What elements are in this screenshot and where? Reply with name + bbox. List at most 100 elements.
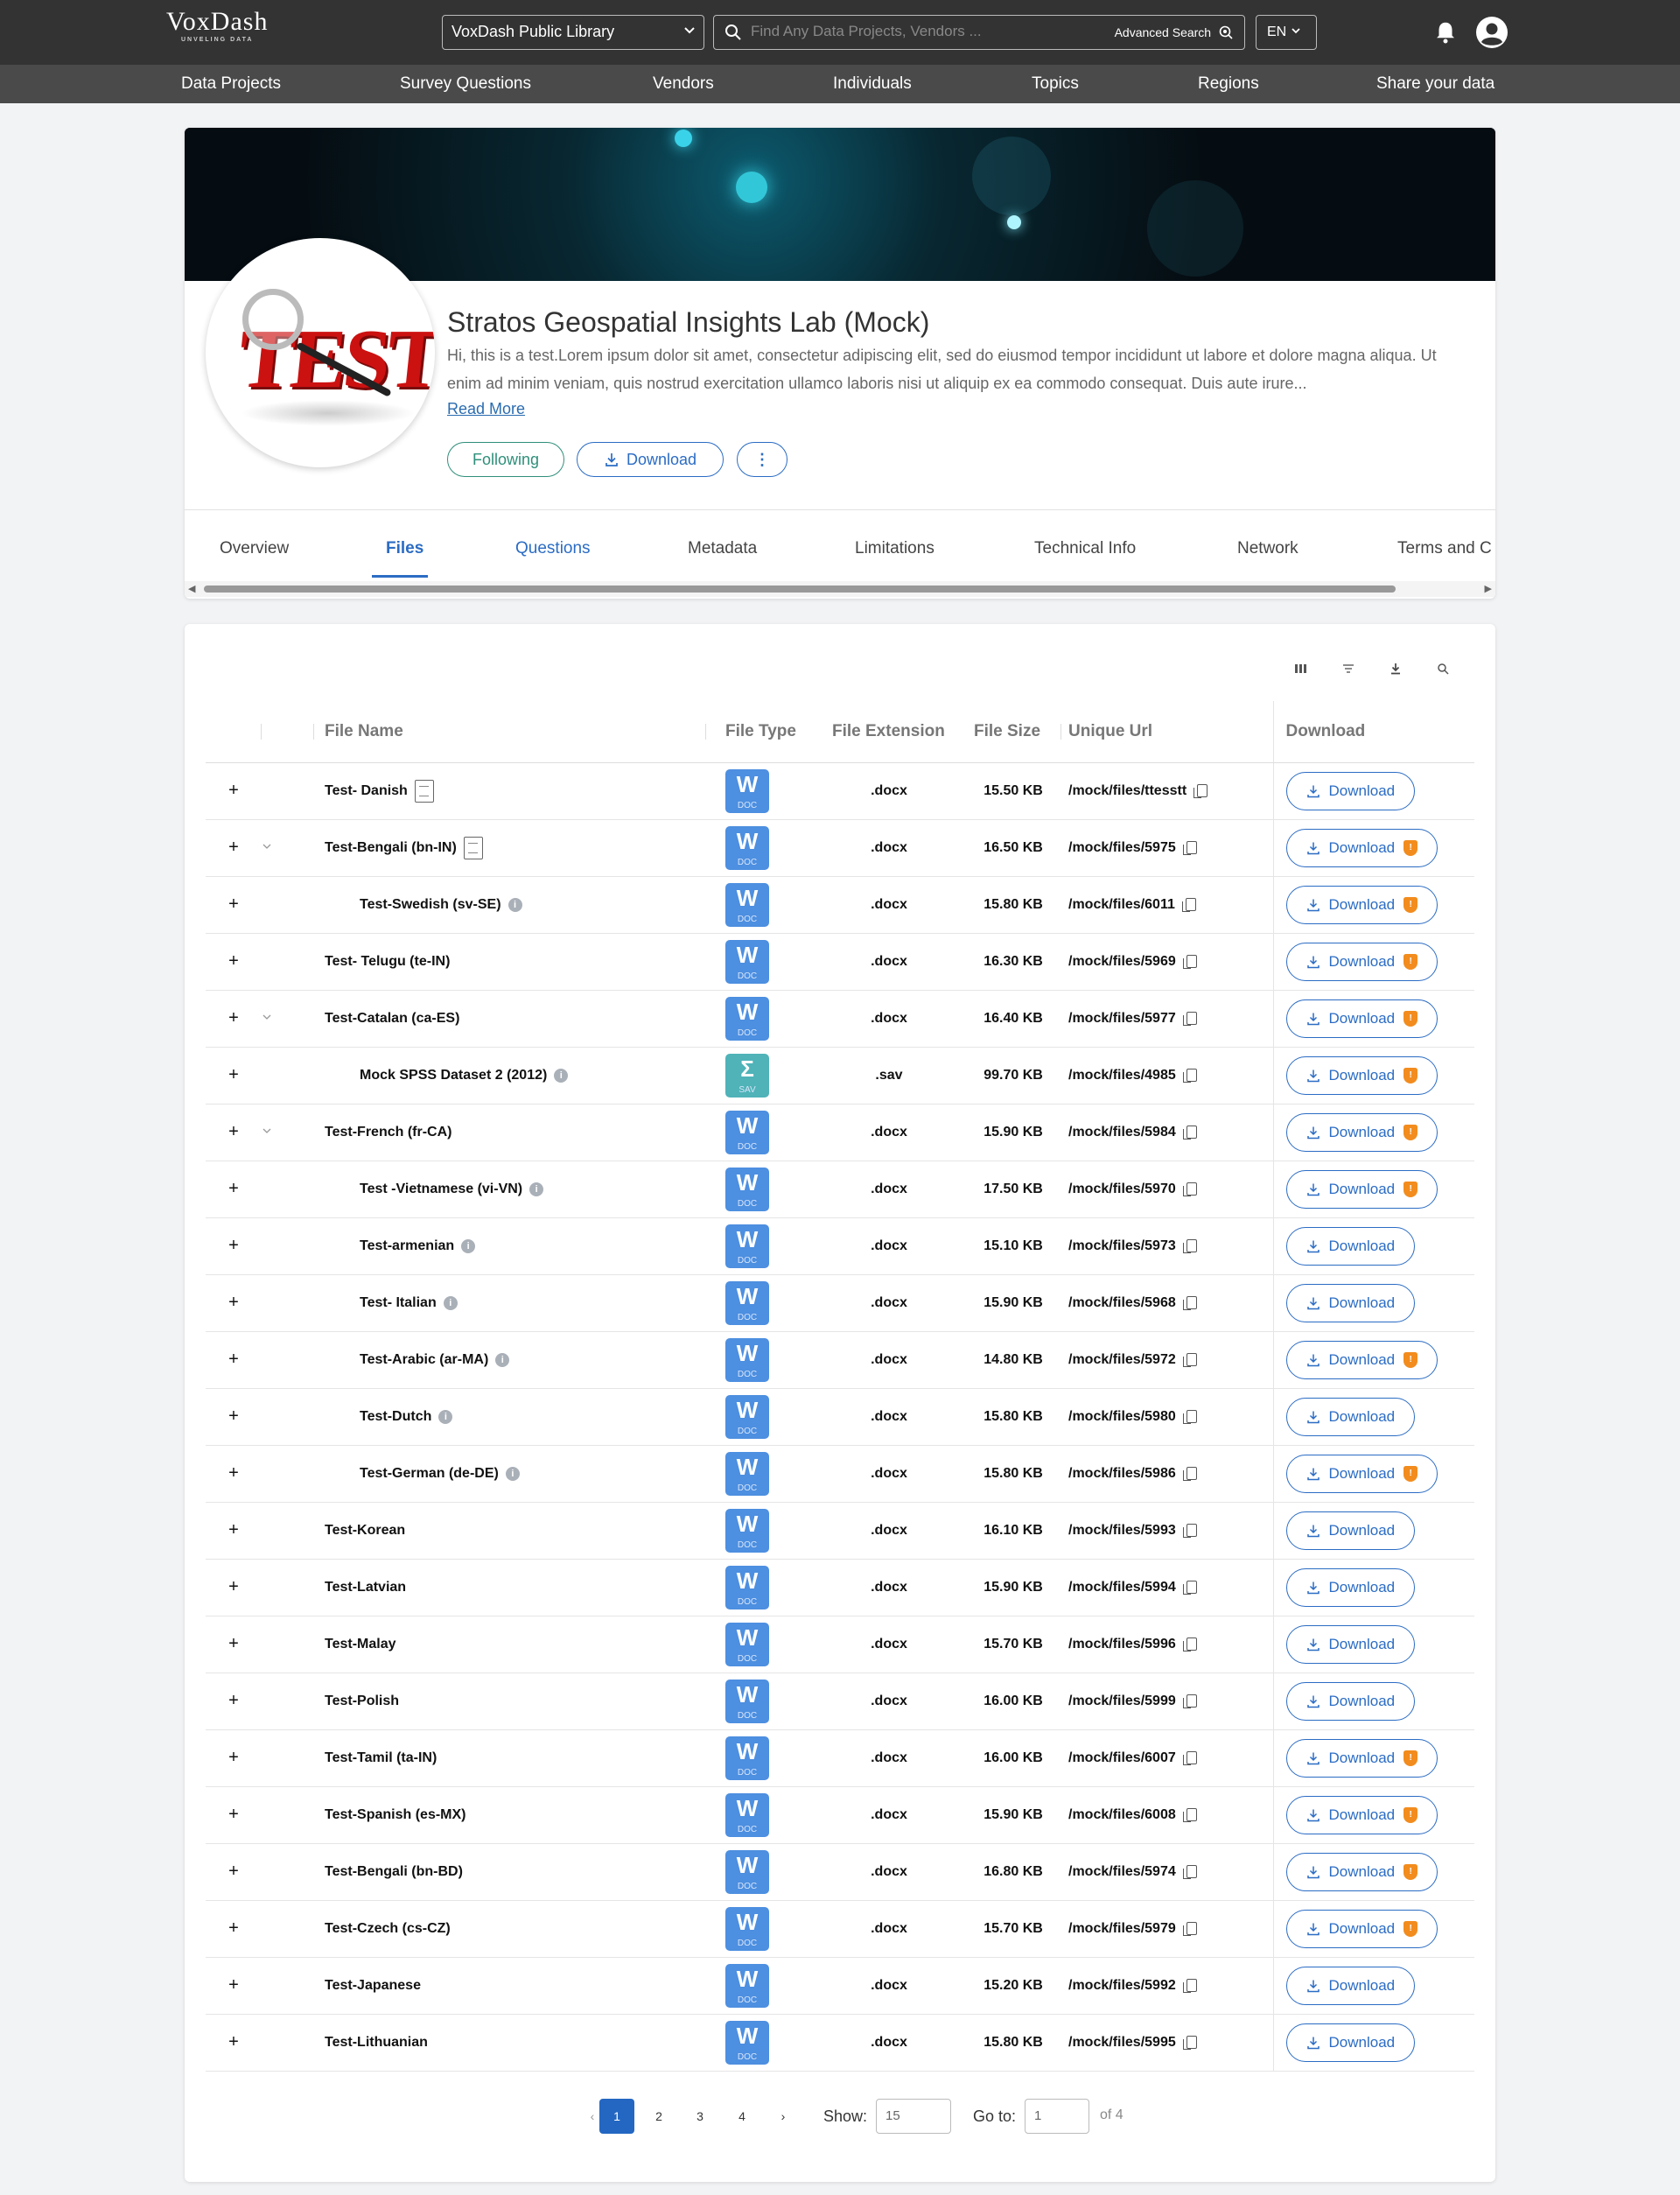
row-download-button[interactable]: Download [1285, 1681, 1416, 1721]
expand-row-button[interactable]: + [206, 1900, 262, 1958]
tab-questions[interactable]: Questions [515, 539, 591, 558]
notification-bell-icon[interactable] [1432, 19, 1459, 50]
table-row[interactable]: + Test-Lithuanian W DOC .docx 15.80 KB/mock/f… [206, 2014, 1474, 2072]
info-icon[interactable]: i [508, 897, 522, 912]
table-row[interactable]: + Test-Polish W DOC .docx 16.00 KB/mock/files… [206, 1673, 1474, 1730]
expand-row-button[interactable]: + [206, 1274, 262, 1332]
copy-icon[interactable] [1182, 1296, 1197, 1310]
row-download-button[interactable]: Download! [1285, 999, 1438, 1038]
row-download-button[interactable]: Download [1285, 1283, 1416, 1322]
table-row[interactable]: + Test-Korean W DOC .docx 16.10 KB/mock/files… [206, 1502, 1474, 1560]
download-button[interactable]: Download [577, 442, 724, 477]
nav-individuals[interactable]: Individuals [833, 74, 912, 94]
copy-icon[interactable] [1182, 1239, 1197, 1253]
info-icon[interactable]: i [495, 1352, 510, 1367]
user-avatar-icon[interactable] [1475, 16, 1508, 53]
expand-row-button[interactable]: + [206, 1502, 262, 1560]
row-download-button[interactable]: Download [1285, 1966, 1416, 2005]
copy-icon[interactable] [1181, 898, 1196, 912]
expand-row-button[interactable]: + [206, 1161, 262, 1218]
more-options-button[interactable]: ⋮ [737, 442, 788, 477]
copy-icon[interactable] [1182, 841, 1197, 855]
scrollbar-thumb[interactable] [204, 586, 1396, 593]
table-row[interactable]: + Test-Czech (cs-CZ) W DOC .docx 15.70 KB/moc… [206, 1900, 1474, 1958]
copy-icon[interactable] [1182, 1808, 1197, 1822]
table-row[interactable]: + Test-Tamil (ta-IN) W DOC .docx 16.00 KB/moc… [206, 1729, 1474, 1787]
tab-terms[interactable]: Terms and C [1397, 539, 1492, 558]
row-download-button[interactable]: Download! [1285, 1852, 1438, 1891]
tab-technical-info[interactable]: Technical Info [1034, 539, 1136, 558]
copy-icon[interactable] [1182, 1353, 1197, 1367]
table-row[interactable]: + Test- Italian i W DOC .docx 15.90 KB/mock/fi… [206, 1274, 1474, 1332]
copy-icon[interactable] [1182, 1865, 1197, 1879]
tree-toggle[interactable] [262, 819, 314, 877]
row-download-button[interactable]: Download [1285, 771, 1416, 810]
chevron-down-icon[interactable] [262, 1012, 272, 1022]
library-select[interactable]: VoxDash Public Library [442, 15, 704, 50]
page-button-1[interactable]: 1 [599, 2099, 634, 2134]
copy-icon[interactable] [1182, 1410, 1197, 1424]
expand-row-button[interactable]: + [206, 990, 262, 1048]
copy-icon[interactable] [1182, 1126, 1197, 1140]
row-download-button[interactable]: Download [1285, 1511, 1416, 1550]
table-row[interactable]: + Test-Catalan (ca-ES) W DOC .docx 16.40 KB/m… [206, 990, 1474, 1048]
copy-icon[interactable] [1182, 1751, 1197, 1765]
table-row[interactable]: + Test-Bengali (bn-BD) W DOC .docx 16.80 KB/m… [206, 1843, 1474, 1901]
document-icon[interactable] [463, 836, 483, 859]
table-row[interactable]: + Test-Swedish (sv-SE) i W DOC .docx 15.80 KB /… [206, 876, 1474, 934]
info-icon[interactable]: i [438, 1409, 453, 1424]
row-download-button[interactable]: Download! [1285, 942, 1438, 981]
expand-row-button[interactable]: + [206, 1843, 262, 1901]
row-download-button[interactable]: Download [1285, 1624, 1416, 1664]
table-row[interactable]: + Test-Dutch i W DOC .docx 15.80 KB/mock/files… [206, 1388, 1474, 1446]
tree-toggle[interactable] [262, 990, 314, 1048]
table-row[interactable]: + Test-Arabic (ar-MA) i W DOC .docx 14.80 KB/m… [206, 1331, 1474, 1389]
expand-row-button[interactable]: + [206, 1388, 262, 1446]
info-icon[interactable]: i [529, 1182, 544, 1196]
expand-row-button[interactable]: + [206, 762, 262, 820]
nav-vendors[interactable]: Vendors [653, 74, 714, 94]
filter-icon[interactable] [1340, 663, 1357, 677]
header-file-extension[interactable]: File Extension [813, 701, 965, 763]
row-download-button[interactable]: Download! [1285, 828, 1438, 867]
table-row[interactable]: + Test-Spanish (es-MX) W DOC .docx 15.90 KB/m… [206, 1786, 1474, 1844]
table-row[interactable]: + Test-Japanese W DOC .docx 15.20 KB/mock/fil… [206, 1957, 1474, 2015]
table-row[interactable]: + Test- Telugu (te-IN) W DOC .docx 16.30 KB/m… [206, 933, 1474, 991]
table-row[interactable]: + Test-Bengali (bn-IN) W DOC .docx 16.50 KB/m… [206, 819, 1474, 877]
table-row[interactable]: + Test-French (fr-CA) W DOC .docx 15.90 KB/mo… [206, 1104, 1474, 1161]
header-file-size[interactable]: File Size [965, 701, 1061, 763]
expand-row-button[interactable]: + [206, 1331, 262, 1389]
tabs-scrollbar[interactable]: ◀ ▶ [185, 581, 1495, 597]
goto-page-input[interactable]: 1 [1025, 2099, 1089, 2134]
nav-share-your-data[interactable]: Share your data [1376, 74, 1494, 94]
chevron-down-icon[interactable] [262, 1126, 272, 1136]
expand-row-button[interactable]: + [206, 819, 262, 877]
expand-row-button[interactable]: + [206, 1673, 262, 1730]
row-download-button[interactable]: Download [1285, 2023, 1416, 2062]
header-file-type[interactable]: File Type [706, 701, 813, 763]
expand-row-button[interactable]: + [206, 1559, 262, 1616]
table-search-icon[interactable] [1434, 663, 1452, 677]
copy-icon[interactable] [1182, 1637, 1197, 1652]
row-download-button[interactable]: Download! [1285, 1795, 1438, 1834]
nav-data-projects[interactable]: Data Projects [181, 74, 281, 94]
copy-icon[interactable] [1182, 2036, 1197, 2050]
row-download-button[interactable]: Download! [1285, 1909, 1438, 1948]
tree-toggle[interactable] [262, 1104, 314, 1161]
nav-regions[interactable]: Regions [1198, 74, 1259, 94]
row-download-button[interactable]: Download! [1285, 1340, 1438, 1379]
table-row[interactable]: + Test-German (de-DE) i W DOC .docx 15.80 KB/m… [206, 1445, 1474, 1503]
copy-icon[interactable] [1182, 1979, 1197, 1993]
table-row[interactable]: + Test-armenian i W DOC .docx 15.10 KB/mock/fi… [206, 1217, 1474, 1275]
info-icon[interactable]: i [505, 1466, 520, 1481]
next-page-button[interactable]: › [766, 2099, 801, 2134]
search-input[interactable] [751, 23, 1066, 40]
document-icon[interactable] [414, 779, 434, 803]
row-download-button[interactable]: Download! [1285, 885, 1438, 924]
info-icon[interactable]: i [554, 1068, 569, 1083]
copy-icon[interactable] [1182, 1524, 1197, 1538]
copy-icon[interactable] [1182, 1012, 1197, 1026]
expand-row-button[interactable]: + [206, 1616, 262, 1673]
row-download-button[interactable]: Download [1285, 1397, 1416, 1436]
copy-icon[interactable] [1182, 1581, 1197, 1595]
